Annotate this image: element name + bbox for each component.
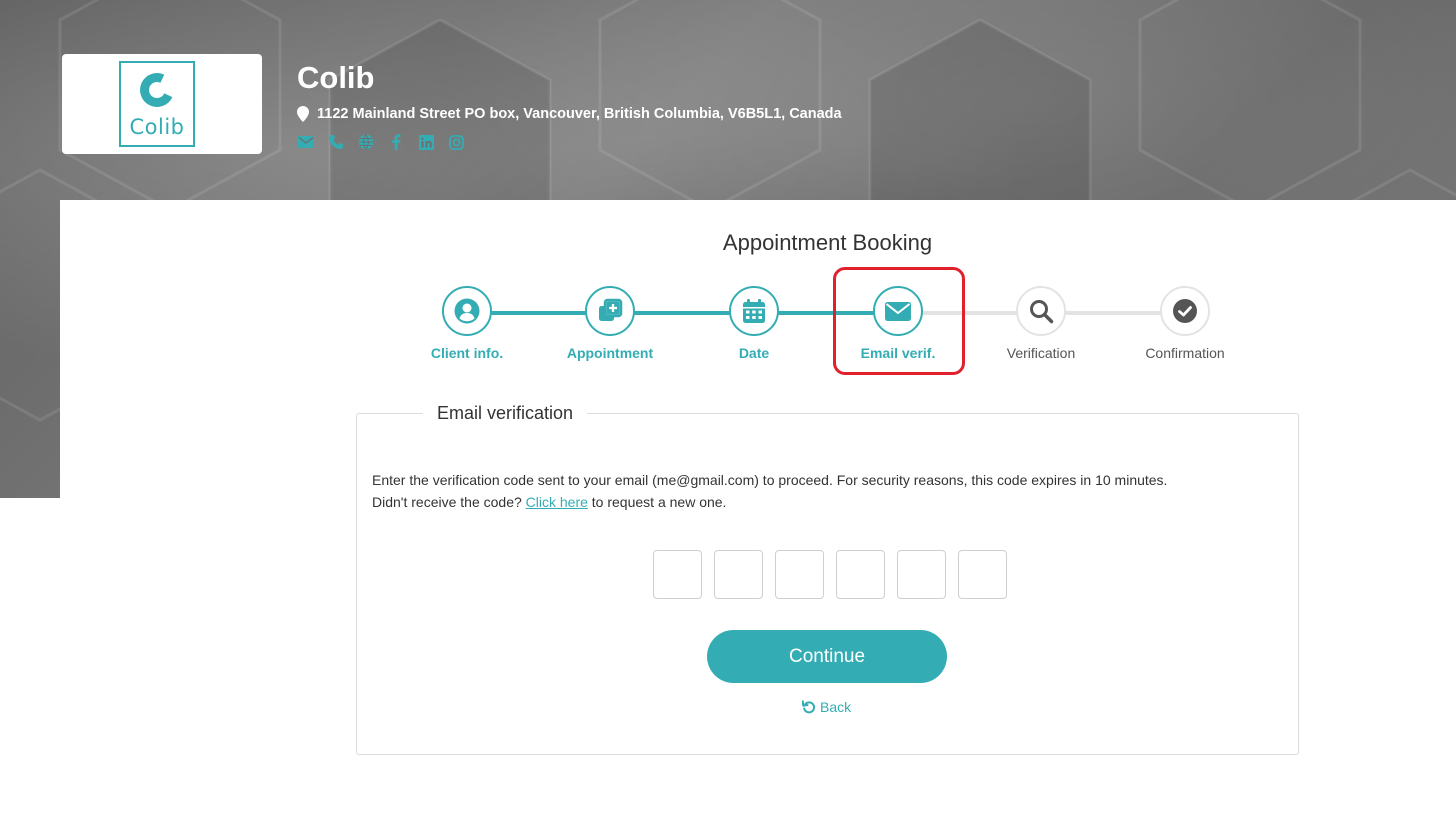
user-icon [454,298,480,324]
resend-prefix: Didn't receive the code? [372,494,526,510]
email-icon[interactable] [297,133,315,151]
step-label: Confirmation [1145,345,1225,361]
resend-suffix: to request a new one. [587,494,727,510]
step-circle [1160,286,1210,336]
add-copy-icon [599,298,623,321]
logo-mark [135,68,179,112]
linkedin-icon[interactable] [417,133,435,151]
check-circle-icon [1173,299,1197,323]
address-text: 1122 Mainland Street PO box, Vancouver, … [317,106,842,122]
map-pin-icon [297,106,309,122]
search-icon [1030,300,1054,324]
social-links [297,133,465,151]
step-appointment[interactable]: Appointment [540,286,680,361]
instruction-line-1: Enter the verification code sent to your… [372,472,1168,488]
instagram-icon[interactable] [447,133,465,151]
code-digit-input-5[interactable] [897,550,946,599]
back-link[interactable]: Back [802,699,851,715]
logo-frame: Colib [119,61,195,147]
current-step-highlight [833,267,965,375]
code-digit-input-4[interactable] [836,550,885,599]
calendar-icon [743,299,765,323]
globe-icon[interactable] [357,133,375,151]
code-digit-input-2[interactable] [714,550,763,599]
company-address: 1122 Mainland Street PO box, Vancouver, … [297,106,842,122]
booking-stepper: Client info. Appointment Date Email veri… [60,200,1456,400]
verification-instructions: Enter the verification code sent to your… [372,469,1167,513]
panel-legend: Email verification [423,403,588,424]
step-confirmation[interactable]: Confirmation [1115,286,1255,361]
booking-card: Appointment Booking Client info. Appoint… [60,200,1456,815]
company-logo: Colib [62,54,262,154]
step-date[interactable]: Date [684,286,824,361]
step-circle [1016,286,1066,336]
code-digit-input-6[interactable] [958,550,1007,599]
logo-wordmark: Colib [129,115,185,139]
step-label: Appointment [566,345,654,361]
code-digit-input-1[interactable] [653,550,702,599]
undo-icon [802,700,816,714]
phone-icon[interactable] [327,133,345,151]
step-circle [729,286,779,336]
step-circle [585,286,635,336]
step-label: Client info. [430,345,504,361]
continue-button[interactable]: Continue [707,630,947,683]
step-label: Date [738,345,770,361]
step-circle [442,286,492,336]
back-label: Back [820,699,852,715]
facebook-icon[interactable] [387,133,405,151]
instruction-line-2: Didn't receive the code? Click here to r… [372,491,1167,513]
email-verification-panel: Email verification Enter the verificatio… [356,403,1299,755]
verification-code-inputs [653,550,1007,599]
step-verification[interactable]: Verification [971,286,1111,361]
resend-code-link[interactable]: Click here [526,494,588,510]
step-client-info[interactable]: Client info. [397,286,537,361]
step-label: Verification [1006,345,1076,361]
company-name: Colib [297,60,375,95]
code-digit-input-3[interactable] [775,550,824,599]
